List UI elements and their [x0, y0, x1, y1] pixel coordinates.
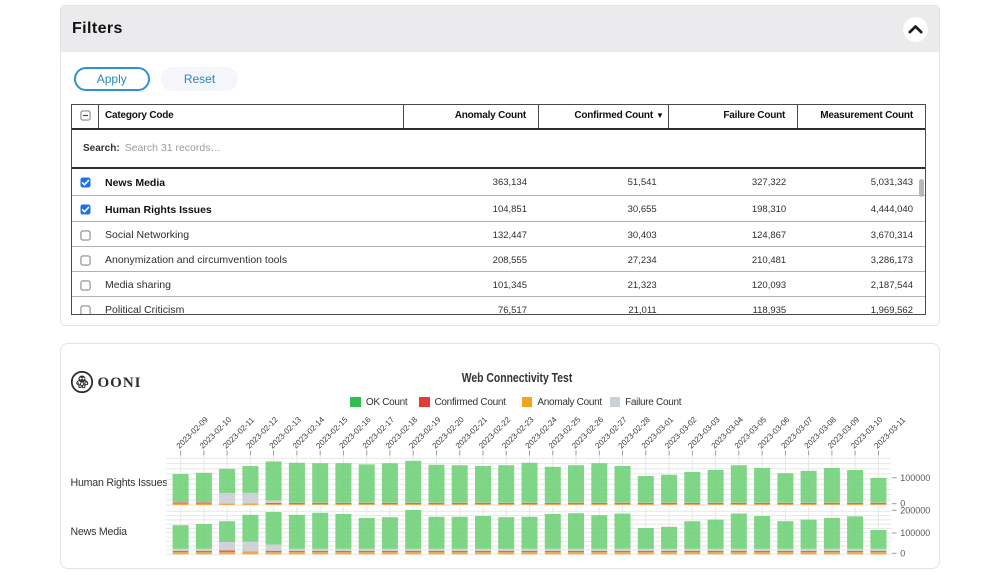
- svg-text:100000: 100000: [900, 473, 930, 483]
- svg-text:0: 0: [900, 548, 905, 558]
- svg-text:100000: 100000: [900, 528, 930, 538]
- svg-text:200000: 200000: [900, 505, 930, 515]
